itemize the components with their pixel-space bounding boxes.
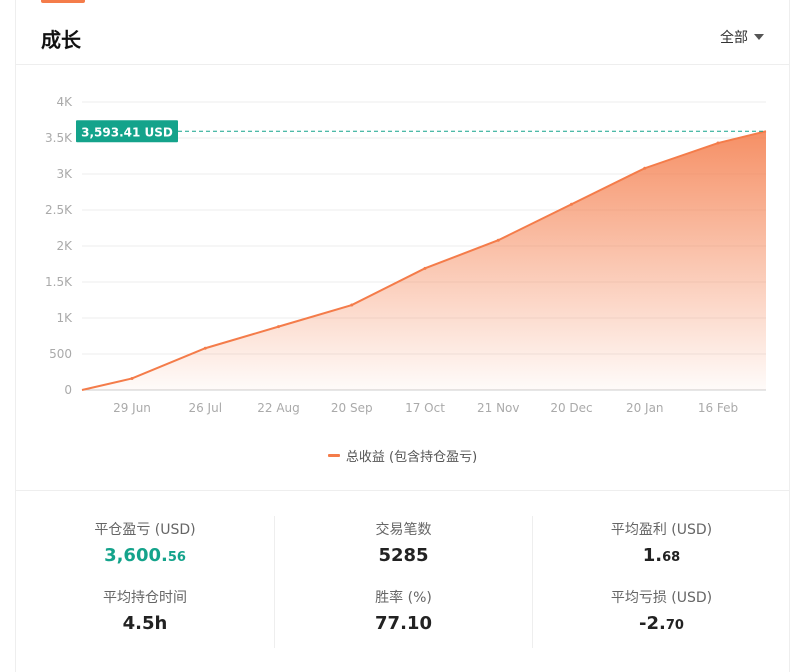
stat-label: 平均持仓时间 xyxy=(103,590,187,606)
stat-trade-count: 交易笔数 5285 xyxy=(275,519,532,584)
y-tick-label: 1.5K xyxy=(45,275,73,289)
stat-value: -2.70 xyxy=(639,613,684,634)
legend-swatch xyxy=(327,454,340,457)
data-point xyxy=(643,166,647,170)
x-tick-label: 29 Jun xyxy=(113,401,151,415)
x-tick-label: 20 Dec xyxy=(550,401,592,415)
stat-avg-loss: 平均亏损 (USD) -2.70 xyxy=(533,587,790,652)
stat-closed-pnl: 平仓盈亏 (USD) 3,600.56 xyxy=(16,519,274,584)
stat-avg-profit: 平均盈利 (USD) 1.68 xyxy=(533,519,790,584)
data-point xyxy=(570,202,573,206)
y-tick-label: 3.5K xyxy=(45,131,73,145)
stat-avg-hold-time: 平均持仓时间 4.5h xyxy=(16,587,274,652)
data-point xyxy=(423,266,427,270)
stats-column-1: 平仓盈亏 (USD) 3,600.56 平均持仓时间 4.5h xyxy=(16,516,274,648)
range-filter-dropdown[interactable]: 全部 xyxy=(720,27,764,47)
data-point xyxy=(277,325,280,329)
caret-down-icon xyxy=(754,34,764,40)
stat-win-rate: 胜率 (%) 77.10 xyxy=(275,587,532,652)
y-tick-label: 4K xyxy=(56,95,73,109)
y-tick-label: 3K xyxy=(56,167,73,181)
stat-value: 3,600.56 xyxy=(104,545,186,566)
stat-value: 5285 xyxy=(378,545,429,566)
stats-column-2: 交易笔数 5285 胜率 (%) 77.10 xyxy=(274,516,532,648)
x-tick-label: 16 Feb xyxy=(698,401,738,415)
current-value-label: 3,593.41 USD xyxy=(81,125,173,139)
growth-chart: 0 500 1K 1.5K 2K 2.5K 3K 3.5K 4K 29 Jun 26 Jul 22 A… xyxy=(45,95,767,415)
stat-value: 1.68 xyxy=(642,545,681,566)
data-point xyxy=(130,376,134,380)
y-tick-label: 1K xyxy=(56,311,73,325)
growth-card: 成长 全部 0 500 1K 1.5K 2K 2.5K 3K 3.5K 4K 29 Jun 26 J… xyxy=(15,0,790,672)
x-tick-label: 22 Aug xyxy=(257,401,300,415)
data-point xyxy=(350,303,354,307)
x-tick-label: 21 Nov xyxy=(477,401,520,415)
card-title: 成长 xyxy=(41,28,81,52)
x-tick-label: 20 Sep xyxy=(331,401,373,415)
stats-panel: 平仓盈亏 (USD) 3,600.56 平均持仓时间 4.5h 交易笔数 528… xyxy=(16,490,789,672)
data-point xyxy=(203,346,207,350)
stat-label: 交易笔数 xyxy=(375,522,432,538)
y-tick-label: 500 xyxy=(49,347,72,361)
area-fill xyxy=(82,131,766,390)
legend-label: 总收益 (包含持仓盈亏) xyxy=(345,450,478,465)
card-header: 成长 全部 xyxy=(16,3,789,65)
stat-label: 平仓盈亏 (USD) xyxy=(94,522,196,538)
stats-column-3: 平均盈利 (USD) 1.68 平均亏损 (USD) -2.70 xyxy=(532,516,790,648)
stat-label: 平均亏损 (USD) xyxy=(610,590,713,606)
range-filter-label: 全部 xyxy=(720,30,748,46)
x-tick-label: 17 Oct xyxy=(405,401,445,415)
chart-legend[interactable]: 总收益 (包含持仓盈亏) xyxy=(16,446,789,465)
data-point xyxy=(496,238,500,242)
data-point xyxy=(716,141,720,145)
stat-label: 平均盈利 (USD) xyxy=(610,522,713,538)
stat-value: 4.5h xyxy=(122,613,168,634)
x-tick-label: 26 Jul xyxy=(188,401,222,415)
y-tick-label: 2K xyxy=(56,239,73,253)
stat-value: 77.10 xyxy=(375,613,432,634)
stat-label: 胜率 (%) xyxy=(375,590,432,606)
y-tick-label: 2.5K xyxy=(45,203,73,217)
y-tick-label: 0 xyxy=(64,383,72,397)
x-tick-label: 20 Jan xyxy=(626,401,664,415)
